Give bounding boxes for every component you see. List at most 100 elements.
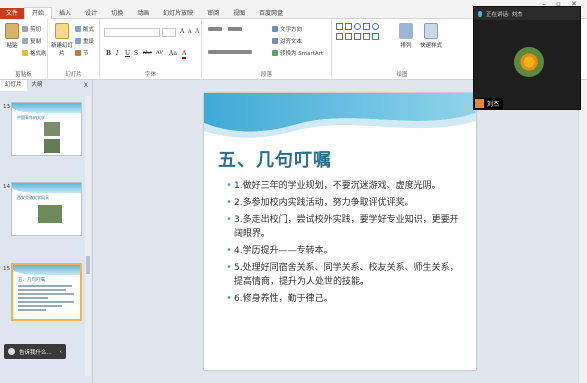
bullets-button[interactable] xyxy=(208,27,224,31)
shapes-gallery[interactable] xyxy=(336,23,396,51)
align-text-button[interactable]: 对齐文本 xyxy=(272,37,302,45)
bold-button[interactable]: B xyxy=(106,50,111,57)
tab-animations[interactable]: 动画 xyxy=(130,8,156,19)
tab-view[interactable]: 视图 xyxy=(226,8,252,19)
quick-styles-button[interactable]: 快速样式 xyxy=(418,23,444,49)
tab-insert[interactable]: 插入 xyxy=(52,8,78,19)
drawing-group: 排列 快速样式 绘图 xyxy=(332,19,472,80)
drawing-label: 绘图 xyxy=(396,72,408,78)
paste-icon xyxy=(5,23,19,39)
slide-title[interactable]: 五、几句叮嘱 xyxy=(218,146,332,172)
arrange-button[interactable]: 排列 xyxy=(396,23,416,49)
copy-icon xyxy=(22,38,28,44)
smartart-button[interactable]: 转换为 SmartArt xyxy=(272,49,323,57)
star-shape-icon[interactable] xyxy=(372,33,379,40)
bullet-item[interactable]: 2.多参加校内实践活动，努力争取评优评奖。 xyxy=(226,196,464,210)
paste-button[interactable]: 粘贴 xyxy=(2,23,22,49)
tab-transitions[interactable]: 切换 xyxy=(104,8,130,19)
shadow-button[interactable]: S xyxy=(134,50,138,57)
bullet-item[interactable]: 5.处理好同宿舍关系、同学关系、校友关系、师生关系，提高情商，提升为人处世的技能… xyxy=(226,261,464,289)
tab-slides[interactable]: 幻灯片 xyxy=(0,80,27,91)
slide-thumb-14[interactable]: 西安交通大学风采 xyxy=(11,182,82,236)
clipboard-label: 剪贴板 xyxy=(15,72,32,78)
clipboard-group: 粘贴 剪切 复制 格式刷 剪贴板 xyxy=(0,19,48,80)
header-wave-graphic xyxy=(204,93,476,138)
change-case-button[interactable]: Aa xyxy=(169,50,177,57)
slide-thumbnails-panel: 幻灯片 大纲 X 13 中国青年的大学 14 西安交通大学风采 15 五、几句叮… xyxy=(0,80,93,383)
tab-file[interactable]: 文件 xyxy=(0,7,25,19)
font-label: 字体 xyxy=(144,72,156,78)
slide-thumb-13[interactable]: 中国青年的大学 xyxy=(11,102,82,156)
current-slide[interactable]: 五、几句叮嘱 1.做好三年的学业规划，不要沉迷游戏、虚度光阴。 2.多参加校内实… xyxy=(204,93,476,370)
grow-font-button[interactable]: A xyxy=(180,28,184,35)
bracket-shape-icon[interactable] xyxy=(363,33,370,40)
scrollbar-thumb[interactable] xyxy=(86,256,90,274)
numbering-button[interactable] xyxy=(228,27,244,31)
reset-button[interactable]: 重设 xyxy=(75,37,94,45)
bullet-list[interactable]: 1.做好三年的学业规划，不要沉迷游戏、虚度光阴。 2.多参加校内实践活动，努力争… xyxy=(226,179,464,309)
shrink-font-button[interactable]: A xyxy=(188,29,192,35)
slide-editor: 五、几句叮嘱 1.做好三年的学业规划，不要沉迷游戏、虚度光阴。 2.多参加校内实… xyxy=(93,80,587,383)
mic-icon xyxy=(478,10,482,17)
triangle-shape-icon[interactable] xyxy=(345,33,352,40)
text-direction-button[interactable]: 文字方向 xyxy=(272,25,302,33)
font-color-button[interactable]: A xyxy=(182,50,187,59)
layout-icon xyxy=(75,26,81,32)
underline-button[interactable]: U xyxy=(125,50,130,57)
tab-outline[interactable]: 大纲 xyxy=(27,80,48,91)
video-call-overlay[interactable]: 正在讲话: 刘杰 刘杰 xyxy=(473,6,581,110)
italic-button[interactable]: I xyxy=(116,50,118,57)
line-shape-icon[interactable] xyxy=(336,33,343,40)
panel-scrollbar[interactable] xyxy=(85,96,91,376)
tab-home[interactable]: 开始 xyxy=(24,7,53,19)
bullet-item[interactable]: 1.做好三年的学业规划，不要沉迷游戏、虚度光阴。 xyxy=(226,179,464,193)
arrow-shape-icon[interactable] xyxy=(363,23,370,30)
section-button[interactable]: 节 xyxy=(75,49,89,57)
thumb-image xyxy=(44,122,60,136)
new-slide-button[interactable]: 新建幻灯片 xyxy=(51,23,73,57)
tab-baidu[interactable]: 百度网盘 xyxy=(252,8,290,19)
panel-tabs: 幻灯片 大纲 X xyxy=(0,80,92,91)
smartart-icon xyxy=(272,50,278,56)
arrange-icon xyxy=(399,23,413,39)
lightbulb-icon xyxy=(8,348,15,355)
layout-button[interactable]: 版式 xyxy=(75,25,94,33)
tab-design[interactable]: 设计 xyxy=(78,8,104,19)
brush-icon xyxy=(22,50,28,56)
slide-thumb-15[interactable]: 五、几句叮嘱 xyxy=(11,263,82,321)
participant-name: 刘杰 xyxy=(474,98,504,109)
tab-review[interactable]: 审阅 xyxy=(200,8,226,19)
slides-group: 新建幻灯片 版式 重设 节 幻灯片 xyxy=(48,19,100,80)
align-text-icon xyxy=(272,38,278,44)
slide-number: 13 xyxy=(3,104,10,110)
bullet-item[interactable]: 6.修身养性，勤于律己。 xyxy=(226,292,464,306)
copy-button[interactable]: 复制 xyxy=(22,37,41,45)
oval-shape-icon[interactable] xyxy=(354,23,361,30)
bullet-item[interactable]: 3.多走出校门，尝试校外实践，要学好专业知识，更要开阔眼界。 xyxy=(226,213,464,241)
chevron-left-icon[interactable]: ‹ xyxy=(60,349,62,355)
new-slide-icon xyxy=(55,23,69,39)
format-painter-button[interactable]: 格式刷 xyxy=(22,49,47,57)
align-buttons[interactable] xyxy=(208,50,254,54)
rect2-shape-icon[interactable] xyxy=(345,23,352,30)
align-icon xyxy=(208,50,252,54)
curve-shape-icon[interactable] xyxy=(354,33,361,40)
slide-number: 15 xyxy=(3,266,10,272)
slide-number: 14 xyxy=(3,184,10,190)
char-spacing-button[interactable]: AV xyxy=(156,50,163,56)
strikethrough-button[interactable]: abc xyxy=(143,50,152,56)
font-size-select[interactable] xyxy=(162,28,176,37)
thumb-image xyxy=(44,139,60,153)
close-icon[interactable]: X xyxy=(84,82,88,89)
editor-scrollbar[interactable] xyxy=(578,80,587,383)
font-name-select[interactable] xyxy=(104,28,160,37)
clear-format-button[interactable]: A xyxy=(195,28,199,35)
list-icon xyxy=(208,27,222,31)
rect-shape-icon[interactable] xyxy=(336,23,343,30)
tab-slideshow[interactable]: 幻灯片放映 xyxy=(156,8,200,19)
bullet-item[interactable]: 4.学历提升——专转本。 xyxy=(226,244,464,258)
cut-button[interactable]: 剪切 xyxy=(22,25,41,33)
reset-icon xyxy=(75,38,81,44)
circle-shape-icon[interactable] xyxy=(372,23,379,30)
tell-me-search[interactable]: 告诉我什么... ‹ xyxy=(4,344,66,359)
